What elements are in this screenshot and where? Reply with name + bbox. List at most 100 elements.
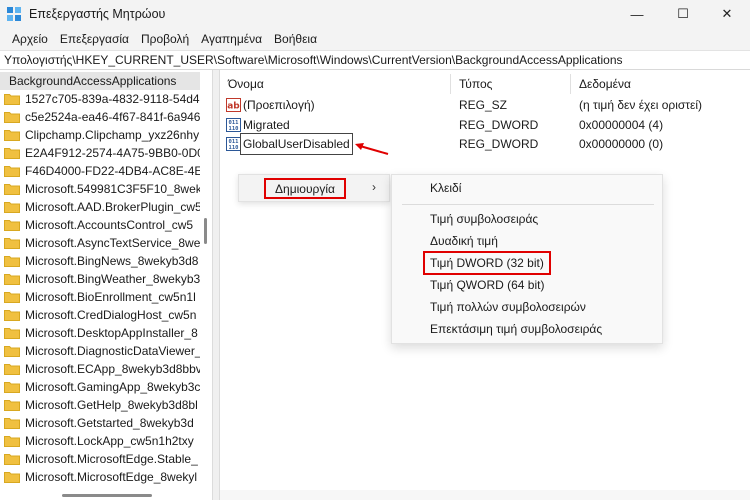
tree-horizontal-scrollbar[interactable] bbox=[0, 490, 204, 500]
tree-item-label: Microsoft.DiagnosticDataViewer_ bbox=[25, 344, 200, 358]
maximize-button[interactable]: ☐ bbox=[660, 0, 706, 28]
tree-item-label: Microsoft.AAD.BrokerPlugin_cw5 bbox=[25, 200, 200, 214]
minimize-button[interactable]: — bbox=[614, 0, 660, 28]
value-name: Migrated bbox=[243, 118, 290, 132]
tree-item[interactable]: Microsoft.549981C3F5F10_8wekyl bbox=[0, 180, 200, 198]
tree-item[interactable]: Microsoft.BingNews_8wekyb3d8 bbox=[0, 252, 200, 270]
svg-text:110: 110 bbox=[229, 145, 239, 151]
tree-item[interactable]: Microsoft.DesktopAppInstaller_8 bbox=[0, 324, 200, 342]
submenu-item-expandable-string-value[interactable]: Επεκτάσιμη τιμή συμβολοσειράς bbox=[430, 319, 602, 339]
tree-vertical-scrollbar[interactable] bbox=[203, 70, 209, 490]
value-name: (Προεπιλογή) bbox=[243, 98, 315, 112]
menu-bar: Αρχείο Επεξεργασία Προβολή Αγαπημένα Βοή… bbox=[0, 28, 750, 50]
tree-item-label: Microsoft.BioEnrollment_cw5n1l bbox=[25, 290, 196, 304]
value-row[interactable]: ab (Προεπιλογή) REG_SZ (η τιμή δεν έχει … bbox=[220, 95, 750, 115]
tree-item-label: Microsoft.549981C3F5F10_8wekyl bbox=[25, 182, 200, 196]
binary-value-icon: 011 110 bbox=[226, 118, 241, 132]
tree-item[interactable]: Microsoft.ECApp_8wekyb3d8bbv bbox=[0, 360, 200, 378]
tree-item[interactable]: E2A4F912-2574-4A75-9BB0-0D02 bbox=[0, 144, 200, 162]
address-bar[interactable]: Υπολογιστής\HKEY_CURRENT_USER\Software\M… bbox=[0, 50, 750, 70]
tree-item[interactable]: Microsoft.MicrosoftEdge.Stable_ bbox=[0, 450, 200, 468]
tree-item-label: c5e2524a-ea46-4f67-841f-6a9465 bbox=[25, 110, 200, 124]
tree-item[interactable]: Microsoft.AccountsControl_cw5 bbox=[0, 216, 200, 234]
folder-icon bbox=[4, 310, 20, 321]
tree-item-label: Microsoft.DesktopAppInstaller_8 bbox=[25, 326, 198, 340]
folder-icon bbox=[4, 94, 20, 105]
value-name: GlobalUserDisabled bbox=[240, 133, 353, 155]
minimize-icon: — bbox=[630, 6, 644, 22]
folder-icon bbox=[4, 382, 20, 393]
title-bar: Επεξεργαστής Μητρώου — ☐ ✕ bbox=[0, 0, 750, 28]
folder-icon bbox=[4, 346, 20, 357]
submenu-item-binary-value[interactable]: Δυαδική τιμή bbox=[430, 231, 498, 251]
tree-item[interactable]: Microsoft.GetHelp_8wekyb3d8bl bbox=[0, 396, 200, 414]
chevron-right-icon: › bbox=[372, 180, 376, 194]
tree-item-label: Microsoft.Getstarted_8wekyb3d bbox=[25, 416, 194, 430]
value-type: REG_SZ bbox=[459, 98, 508, 112]
close-icon: ✕ bbox=[721, 6, 733, 21]
menu-help[interactable]: Βοήθεια bbox=[268, 28, 323, 50]
menu-favorites[interactable]: Αγαπημένα bbox=[195, 28, 268, 50]
tree-item[interactable]: Microsoft.BingWeather_8wekyb3 bbox=[0, 270, 200, 288]
value-row[interactable]: 011 110 Migrated REG_DWORD 0x00000004 (4… bbox=[220, 115, 750, 135]
folder-icon bbox=[4, 238, 20, 249]
tree-item-label: Microsoft.ECApp_8wekyb3d8bbv bbox=[25, 362, 200, 376]
folder-icon bbox=[4, 454, 20, 465]
menu-item-new[interactable]: Δημιουργία bbox=[264, 178, 346, 199]
pane-splitter[interactable] bbox=[212, 70, 220, 500]
submenu-item-qword-value[interactable]: Τιμή QWORD (64 bit) bbox=[430, 275, 544, 295]
svg-text:ab: ab bbox=[227, 102, 240, 112]
value-data: 0x00000000 (0) bbox=[579, 137, 664, 151]
menu-edit[interactable]: Επεξεργασία bbox=[54, 28, 135, 50]
tree-item[interactable]: 1527c705-839a-4832-9118-54d4B bbox=[0, 90, 200, 108]
window-title: Επεξεργαστής Μητρώου bbox=[29, 7, 166, 21]
context-menu: Δημιουργία › bbox=[238, 174, 390, 202]
submenu-item-multi-string-value[interactable]: Τιμή πολλών συμβολοσειρών bbox=[430, 297, 586, 317]
folder-icon bbox=[4, 274, 20, 285]
close-button[interactable]: ✕ bbox=[704, 0, 750, 28]
folder-icon bbox=[4, 472, 20, 483]
tree-item[interactable]: F46D4000-FD22-4DB4-AC8E-4E1I bbox=[0, 162, 200, 180]
tree-item[interactable]: Microsoft.DiagnosticDataViewer_ bbox=[0, 342, 200, 360]
tree-item[interactable]: Microsoft.AsyncTextService_8we bbox=[0, 234, 200, 252]
menu-view[interactable]: Προβολή bbox=[135, 28, 195, 50]
tree-item[interactable]: Microsoft.Getstarted_8wekyb3d bbox=[0, 414, 200, 432]
value-row[interactable]: 011 110 GlobalUserDisabled REG_DWORD 0x0… bbox=[220, 133, 750, 155]
column-divider[interactable] bbox=[450, 74, 451, 94]
tree-item-label: 1527c705-839a-4832-9118-54d4B bbox=[25, 92, 200, 106]
column-header-type[interactable]: Τύπος bbox=[459, 74, 492, 96]
column-divider[interactable] bbox=[570, 74, 571, 94]
tree-item-label: Clipchamp.Clipchamp_yxz26nhy bbox=[25, 128, 200, 142]
folder-icon bbox=[4, 130, 20, 141]
folder-icon bbox=[4, 202, 20, 213]
tree-item[interactable]: Microsoft.LockApp_cw5n1h2txy bbox=[0, 432, 200, 450]
column-header-data[interactable]: Δεδομένα bbox=[579, 74, 631, 96]
tree-item[interactable]: Microsoft.MicrosoftEdge_8wekyl bbox=[0, 468, 200, 486]
folder-icon bbox=[4, 418, 20, 429]
values-horizontal-scrollbar[interactable] bbox=[220, 490, 750, 500]
tree-item[interactable]: c5e2524a-ea46-4f67-841f-6a9465 bbox=[0, 108, 200, 126]
menu-divider bbox=[402, 204, 654, 205]
tree-item[interactable]: Microsoft.GamingApp_8wekyb3c bbox=[0, 378, 200, 396]
tree-item[interactable]: Microsoft.AAD.BrokerPlugin_cw5 bbox=[0, 198, 200, 216]
submenu-item-key[interactable]: Κλειδί bbox=[430, 178, 461, 198]
menu-file[interactable]: Αρχείο bbox=[6, 28, 54, 50]
folder-icon bbox=[4, 328, 20, 339]
submenu-item-string-value[interactable]: Τιμή συμβολοσειράς bbox=[430, 209, 538, 229]
tree-item[interactable]: Clipchamp.Clipchamp_yxz26nhy bbox=[0, 126, 200, 144]
folder-icon bbox=[4, 436, 20, 447]
key-tree: BackgroundAccessApplications 1527c705-83… bbox=[0, 70, 204, 500]
scroll-thumb[interactable] bbox=[62, 494, 152, 497]
tree-item-label: Microsoft.MicrosoftEdge.Stable_ bbox=[25, 452, 198, 466]
svg-text:110: 110 bbox=[229, 126, 239, 132]
scroll-thumb[interactable] bbox=[204, 218, 207, 244]
folder-icon bbox=[4, 292, 20, 303]
column-header-name[interactable]: Όνομα bbox=[228, 74, 264, 96]
tree-item[interactable]: Microsoft.BioEnrollment_cw5n1l bbox=[0, 288, 200, 306]
tree-item-label: BackgroundAccessApplications bbox=[9, 74, 177, 88]
tree-item[interactable]: Microsoft.CredDialogHost_cw5n bbox=[0, 306, 200, 324]
value-type: REG_DWORD bbox=[459, 137, 539, 151]
folder-icon bbox=[4, 148, 20, 159]
tree-item-label: Microsoft.GetHelp_8wekyb3d8bl bbox=[25, 398, 198, 412]
tree-item-selected[interactable]: BackgroundAccessApplications bbox=[0, 72, 200, 90]
